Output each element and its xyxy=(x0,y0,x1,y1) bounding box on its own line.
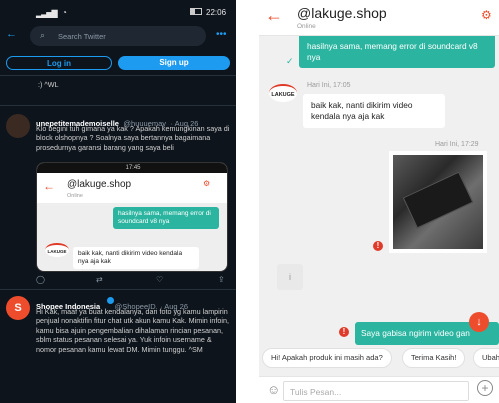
emoji-icon[interactable]: ☺ xyxy=(267,382,280,397)
sent-message: hasilnya sama, memang error di soundcard… xyxy=(299,36,495,68)
soundcard-photo xyxy=(393,155,483,249)
chat-panel: ← @lakuge.shop Online ⚙ hasilnya sama, m… xyxy=(259,0,499,403)
reply-icon[interactable]: ◯ xyxy=(36,275,45,284)
embedded-received-message: baik kak, nanti dikirim video kendala ny… xyxy=(73,247,199,269)
status-bar: ▂▃▅▇ ◔ 22:06 xyxy=(0,0,236,26)
chat-header: ← @lakuge.shop Online ⚙ xyxy=(259,0,499,36)
settings-icon: ⚙ xyxy=(203,179,211,188)
search-input[interactable]: ⌕ Search Twitter xyxy=(30,26,206,46)
back-arrow-icon: ← xyxy=(43,179,55,193)
error-icon[interactable]: ! xyxy=(373,241,383,251)
shopee-avatar[interactable]: S xyxy=(6,296,30,320)
chat-title: @lakuge.shop xyxy=(297,5,387,21)
twitter-panel: ▂▃▅▇ ◔ 22:06 ← ⌕ Search Twitter ••• Log … xyxy=(0,0,236,403)
embedded-title: @lakuge.shop xyxy=(67,179,132,190)
input-bar: ☺ Tulis Pesan... + xyxy=(259,376,499,403)
more-icon[interactable]: ••• xyxy=(216,29,227,40)
tweet-image[interactable]: 17:45 ← @lakuge.shop Online ⚙ hasilnya s… xyxy=(36,162,228,272)
device-shape xyxy=(402,171,474,229)
quick-reply-chip[interactable]: Ubah xyxy=(473,348,499,368)
shop-logo: LAKUGE xyxy=(45,243,69,257)
twitter-topbar: ← ⌕ Search Twitter ••• xyxy=(0,26,236,50)
like-icon[interactable]: ♡ xyxy=(156,275,163,284)
chat-subtitle: Online xyxy=(297,23,316,30)
settings-icon[interactable]: ⚙ xyxy=(481,8,492,22)
embedded-status-bar: 17:45 xyxy=(37,163,227,173)
quick-reply-chip[interactable]: Hi! Apakah produk ini masih ada? xyxy=(262,348,392,368)
back-arrow-icon[interactable]: ← xyxy=(265,5,283,26)
message-time: Hari Ini, 17:29 xyxy=(435,141,479,148)
sent-image-message[interactable] xyxy=(389,151,487,253)
divider xyxy=(0,75,236,76)
message-placeholder: Tulis Pesan... xyxy=(290,387,342,397)
error-icon[interactable]: ! xyxy=(339,327,349,337)
clock: 22:06 xyxy=(206,8,227,17)
scroll-down-icon[interactable]: ↓ xyxy=(469,312,489,332)
back-arrow-icon[interactable]: ← xyxy=(6,28,17,40)
divider xyxy=(0,289,236,290)
search-placeholder: Search Twitter xyxy=(58,32,106,41)
avatar[interactable] xyxy=(6,114,30,138)
signup-button[interactable]: Sign up xyxy=(118,56,230,70)
divider xyxy=(0,105,236,106)
info-icon[interactable]: i xyxy=(277,264,303,290)
message-time: Hari Ini, 17:05 xyxy=(307,82,351,89)
verified-icon xyxy=(107,297,114,304)
login-button[interactable]: Log in xyxy=(6,56,112,70)
signal-icon: ▂▃▅▇ xyxy=(36,9,58,18)
shop-logo[interactable]: LAKUGE xyxy=(269,84,297,102)
quick-reply-chip[interactable]: Terima Kasih! xyxy=(402,348,466,368)
check-icon: ✓ xyxy=(286,56,294,66)
embedded-sent-message: hasilnya sama, memang error di soundcard… xyxy=(113,207,219,229)
tweet-body: Klo begini tuh gimana ya kak ? Apakah ke… xyxy=(36,124,230,152)
add-icon[interactable]: + xyxy=(477,380,493,396)
message-input[interactable]: Tulis Pesan... xyxy=(283,381,469,401)
logo-text: LAKUGE xyxy=(271,92,295,98)
quick-replies: Hi! Apakah produk ini masih ada? Terima … xyxy=(259,346,499,372)
search-icon: ⌕ xyxy=(40,30,46,40)
battery-icon xyxy=(190,8,202,15)
received-message: baik kak, nanti dikirim video kendala ny… xyxy=(303,94,445,128)
previous-tweet-text: :) ^WL xyxy=(38,80,59,89)
embedded-subtitle: Online xyxy=(67,193,83,199)
embedded-header: ← @lakuge.shop Online ⚙ xyxy=(37,173,227,203)
logo-text: LAKUGE xyxy=(47,249,67,254)
share-icon[interactable]: ⇪ xyxy=(218,275,225,284)
tweet-body: Hi Kak, maaf ya buat kendalanya, dari fo… xyxy=(36,307,229,354)
retweet-icon[interactable]: ⇄ xyxy=(96,275,103,284)
wifi-icon: ◔ xyxy=(62,8,67,17)
